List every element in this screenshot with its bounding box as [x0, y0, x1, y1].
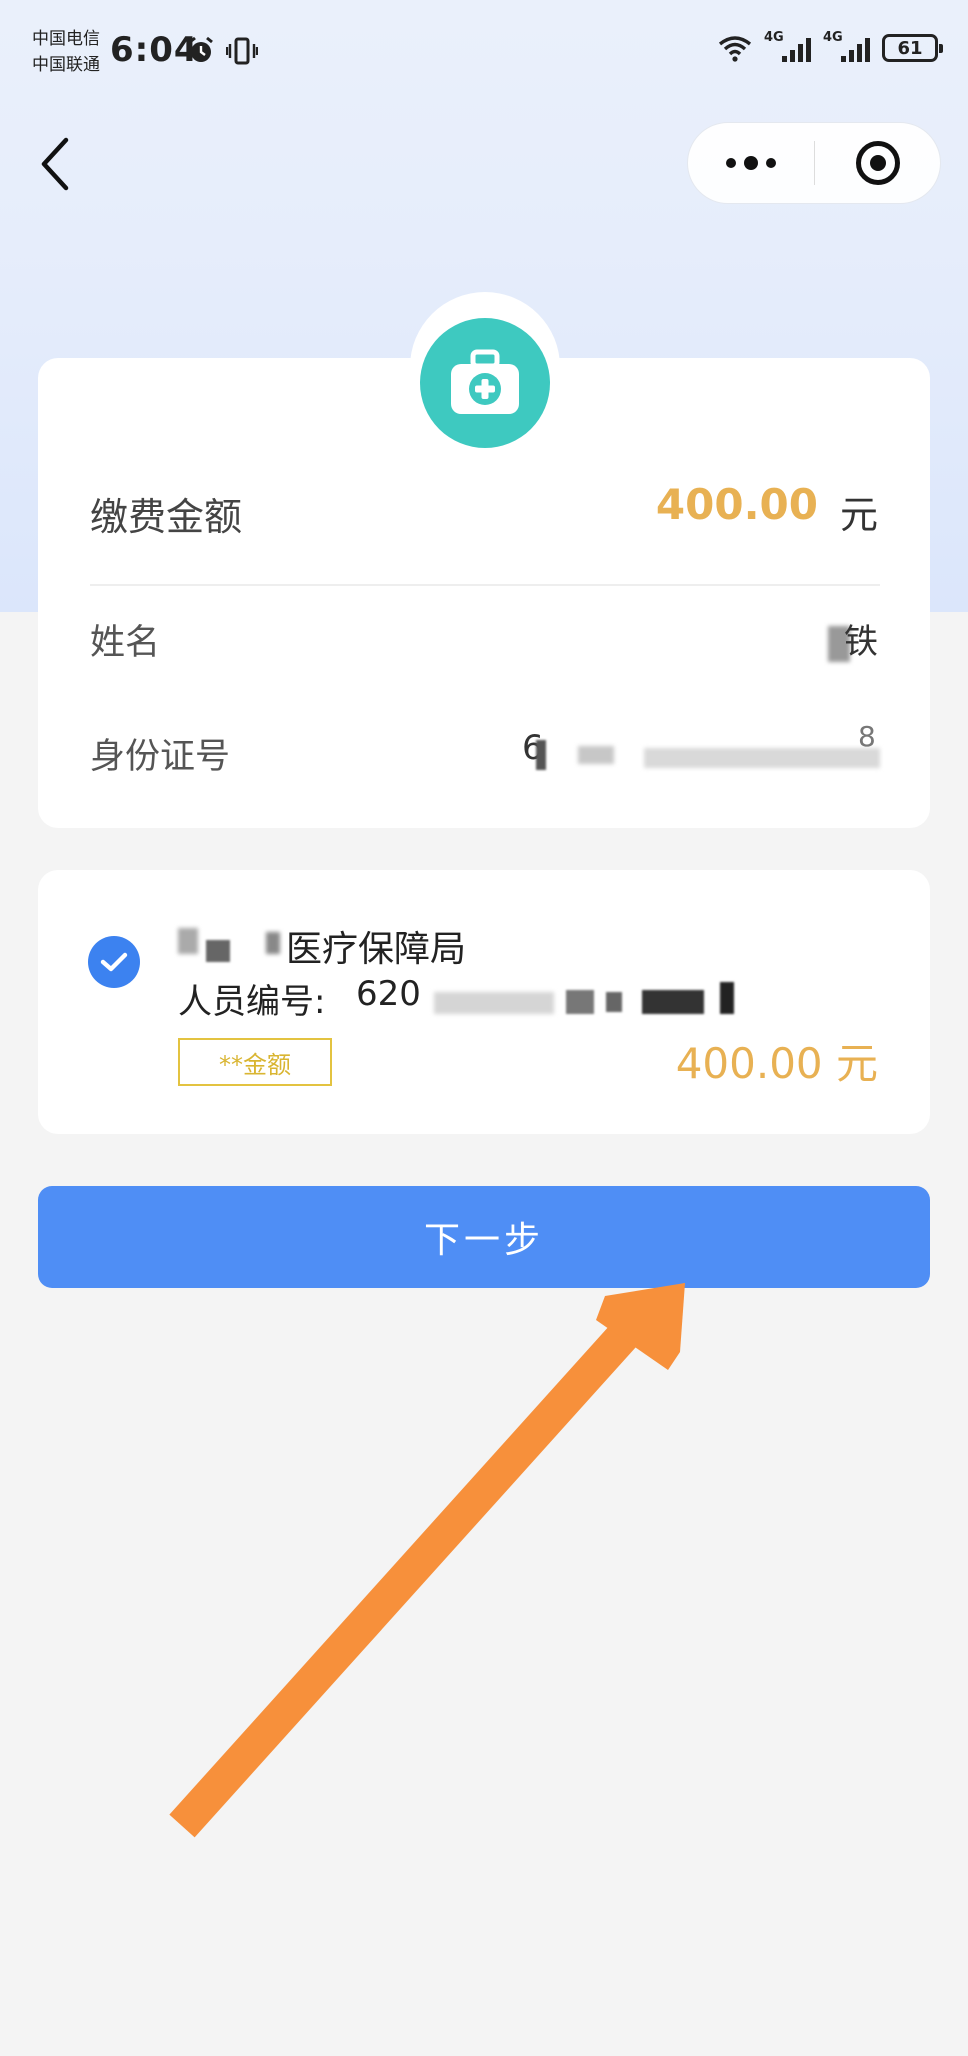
selected-checkbox[interactable]	[88, 936, 140, 988]
network-label-1: 4G	[764, 30, 784, 45]
medical-kit-icon	[451, 349, 519, 414]
mini-program-capsule	[687, 122, 941, 204]
back-button[interactable]	[34, 134, 84, 194]
status-bar: 中国电信 中国联通 6:04 4G 4G 61	[0, 0, 968, 104]
id-suffix: 8	[858, 720, 876, 753]
org-mask-1	[178, 928, 198, 954]
amount-value: 400.00	[655, 480, 818, 529]
amount-label: 缴费金额	[90, 495, 243, 539]
close-mini-program-button[interactable]	[815, 141, 940, 185]
id-label: 身份证号	[90, 737, 231, 777]
person-no-prefix: 620	[356, 974, 421, 1014]
network-label-2: 4G	[823, 30, 843, 45]
alarm-icon	[189, 36, 213, 62]
medical-badge	[420, 318, 550, 448]
more-icon	[726, 158, 736, 168]
more-button[interactable]	[688, 123, 814, 203]
check-icon	[100, 952, 128, 972]
wifi-icon	[718, 36, 752, 62]
id-mask-3	[644, 748, 880, 768]
divider	[90, 584, 880, 586]
org-name: 医疗保障局	[286, 929, 467, 970]
person-mask-5	[720, 982, 734, 1014]
person-mask-4	[642, 990, 704, 1014]
carrier-2: 中国联通	[32, 55, 100, 75]
person-no-label: 人员编号:	[178, 982, 326, 1022]
person-mask-2	[566, 990, 594, 1014]
carrier-1: 中国电信	[32, 29, 100, 49]
org-mask-3	[266, 932, 280, 954]
next-button[interactable]: 下一步	[38, 1186, 930, 1288]
carrier-names: 中国电信 中国联通	[32, 26, 100, 78]
signal-icon-1: 4G	[764, 30, 811, 62]
id-mask-2	[578, 746, 614, 764]
back-icon	[41, 137, 69, 191]
org-mask-2	[206, 940, 230, 962]
status-right-icons: 4G 4G 61	[718, 30, 943, 62]
insurance-selection-card[interactable]: 医疗保障局 人员编号: 620 **金额 400.00 元	[38, 870, 930, 1134]
id-mask-1	[536, 740, 546, 770]
person-mask-1	[434, 992, 554, 1014]
person-mask-3	[606, 992, 622, 1012]
amount-unit: 元	[839, 493, 878, 537]
battery-icon: 61	[882, 34, 943, 62]
amount-tag: **金额	[178, 1038, 332, 1086]
status-left-icons	[186, 36, 258, 66]
selected-amount: 400.00 元	[675, 1039, 878, 1088]
signal-icon-2: 4G	[823, 30, 870, 62]
name-value: 铁	[844, 622, 878, 662]
vibrate-icon	[226, 37, 258, 65]
target-icon	[855, 141, 900, 185]
name-label: 姓名	[90, 623, 161, 663]
